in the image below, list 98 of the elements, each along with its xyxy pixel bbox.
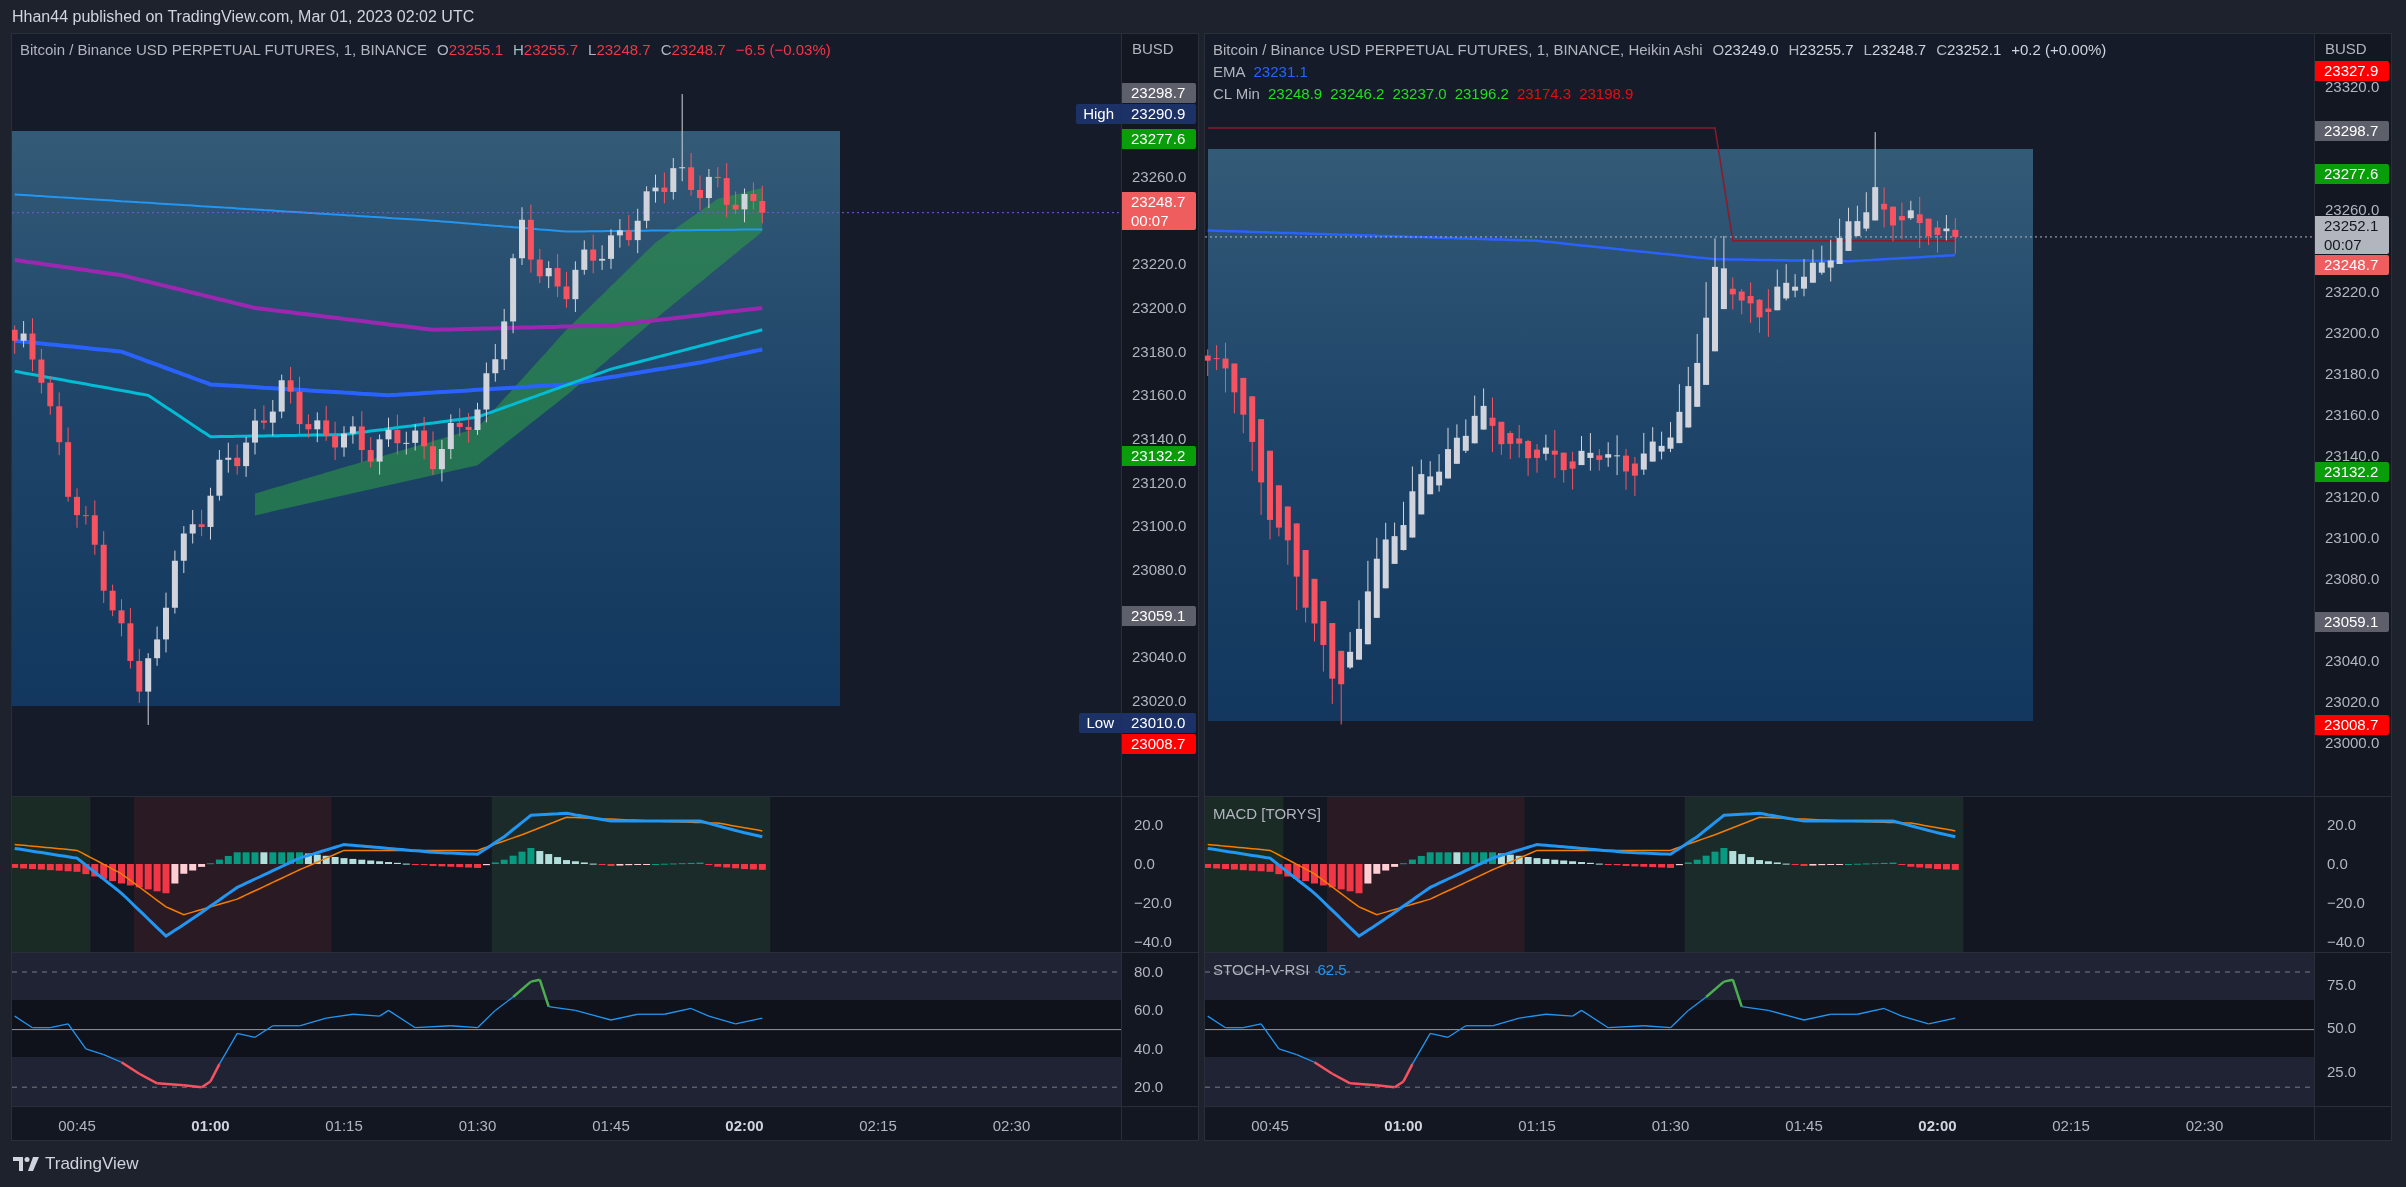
price-tick: 23040.0 bbox=[1132, 647, 1187, 668]
price-tick: 23180.0 bbox=[1132, 341, 1187, 362]
price-marker: 23252.1 00:07 bbox=[2315, 216, 2389, 255]
symbol-title: Bitcoin / Binance USD PERPETUAL FUTURES, 1, BINANCE bbox=[20, 40, 428, 60]
price-marker: 23132.2 bbox=[2315, 462, 2389, 482]
time-label: 01:00 bbox=[1384, 1116, 1423, 1136]
time-label: 01:00 bbox=[191, 1116, 230, 1136]
price-tag: High bbox=[1076, 103, 1121, 124]
currency-label: BUSD bbox=[1132, 39, 1174, 59]
brand-name: TradingView bbox=[45, 1153, 139, 1176]
axis-label: 25.0 bbox=[2327, 1061, 2357, 1082]
axis-label: 20.0 bbox=[1134, 815, 1164, 835]
axis-label: 0.0 bbox=[1134, 854, 1155, 874]
time-label: 02:15 bbox=[2052, 1116, 2090, 1136]
axis-label: −20.0 bbox=[2327, 893, 2365, 913]
indicator-label: CL Min bbox=[1213, 84, 1260, 104]
indicator-value: 23174.3 bbox=[1516, 84, 1572, 104]
price-tick: 23120.0 bbox=[2325, 487, 2380, 507]
axis-label: 0.0 bbox=[2327, 854, 2348, 874]
time-label: 02:30 bbox=[992, 1116, 1031, 1136]
price-marker: 23248.7 bbox=[2315, 255, 2389, 276]
price-tick: 23160.0 bbox=[1132, 385, 1187, 406]
price-tick: 23020.0 bbox=[2325, 692, 2380, 712]
price-tick: 23180.0 bbox=[2325, 364, 2380, 384]
time-label: 01:30 bbox=[1651, 1116, 1690, 1136]
price-marker: 23008.7 bbox=[2315, 715, 2389, 736]
ohlc-value: L23248.7 bbox=[588, 40, 651, 60]
price-tick: 23100.0 bbox=[2325, 528, 2380, 548]
price-marker: 23290.9 bbox=[1122, 103, 1196, 124]
price-change: −6.5 (−0.03%) bbox=[735, 40, 831, 60]
ohlc-value: C23252.1 bbox=[1936, 40, 2002, 60]
indicator-value: 23248.9 bbox=[1267, 84, 1323, 104]
price-tick: 23020.0 bbox=[1132, 690, 1187, 711]
time-label: 02:00 bbox=[725, 1116, 764, 1136]
currency-label: BUSD bbox=[2325, 39, 2367, 59]
price-marker: 23132.2 bbox=[1122, 446, 1196, 466]
price-tick: 23220.0 bbox=[1132, 254, 1187, 275]
price-tick: 23120.0 bbox=[1132, 472, 1187, 493]
indicator-value: 23237.0 bbox=[1392, 84, 1447, 104]
indicator-value: 62.5 bbox=[1317, 960, 1347, 980]
axis-label: 20.0 bbox=[1134, 1077, 1164, 1098]
price-tick: 23260.0 bbox=[1132, 167, 1187, 187]
price-tick: 23220.0 bbox=[2325, 282, 2380, 302]
indicator-value: 23196.2 bbox=[1454, 84, 1509, 104]
axis-label: 60.0 bbox=[1134, 1000, 1164, 1021]
price-tick: 23160.0 bbox=[2325, 405, 2380, 425]
time-label: 00:45 bbox=[58, 1116, 96, 1136]
publish-info: Hhan44 published on TradingView.com, Mar 01, 2023 02:02 UTC bbox=[12, 6, 475, 27]
axis-label: −40.0 bbox=[1134, 932, 1172, 952]
time-label: 01:30 bbox=[458, 1116, 497, 1136]
time-label: 01:15 bbox=[325, 1116, 363, 1136]
price-tick: 23000.0 bbox=[2325, 733, 2380, 753]
indicator-label: EMA bbox=[1213, 62, 1246, 82]
indicator-value: 23198.9 bbox=[1579, 84, 1634, 104]
price-tick: 23080.0 bbox=[2325, 569, 2380, 589]
price-tick: 23040.0 bbox=[2325, 651, 2380, 671]
price-marker: 23298.7 bbox=[2315, 120, 2389, 141]
axis-label: −40.0 bbox=[2327, 932, 2365, 952]
axis-label: −20.0 bbox=[1134, 893, 1172, 913]
time-label: 02:00 bbox=[1918, 1116, 1957, 1136]
price-tick: 23080.0 bbox=[1132, 559, 1187, 580]
price-marker: 23298.7 bbox=[1122, 82, 1196, 103]
price-marker: 23277.6 bbox=[2315, 163, 2389, 184]
price-tick: 23140.0 bbox=[1132, 428, 1187, 449]
price-change: +0.2 (+0.00%) bbox=[2011, 40, 2107, 60]
ohlc-value: H23255.7 bbox=[1788, 40, 1854, 60]
price-marker: 23059.1 bbox=[1122, 605, 1196, 626]
indicator-label: MACD [TORYS] bbox=[1213, 804, 1321, 824]
ohlc-value: C23248.7 bbox=[660, 40, 726, 60]
price-tag: Low bbox=[1079, 712, 1121, 733]
indicator-label: STOCH-V-RSI bbox=[1213, 960, 1310, 980]
indicator-value: 23231.1 bbox=[1253, 62, 1308, 82]
price-marker: 23059.1 bbox=[2315, 611, 2389, 632]
ohlc-value: L23248.7 bbox=[1863, 40, 1927, 60]
ohlc-value: O23255.1 bbox=[437, 40, 503, 60]
time-label: 01:15 bbox=[1518, 1116, 1556, 1136]
axis-label: 50.0 bbox=[2327, 1018, 2357, 1038]
axis-label: 75.0 bbox=[2327, 974, 2357, 995]
price-tick: 23200.0 bbox=[2325, 323, 2380, 343]
price-marker: 23008.7 bbox=[1122, 733, 1196, 754]
time-label: 00:45 bbox=[1251, 1116, 1289, 1136]
axis-label: 40.0 bbox=[1134, 1038, 1164, 1059]
time-label: 01:45 bbox=[592, 1116, 630, 1136]
price-marker: 23277.6 bbox=[1122, 128, 1196, 149]
price-tick: 23100.0 bbox=[1132, 516, 1187, 537]
axis-label: 80.0 bbox=[1134, 962, 1164, 982]
time-label: 01:45 bbox=[1785, 1116, 1823, 1136]
indicator-value: 23246.2 bbox=[1330, 84, 1385, 104]
price-marker: 23327.9 bbox=[2315, 60, 2389, 81]
price-marker: 23010.0 bbox=[1122, 712, 1196, 733]
price-marker: 23248.7 00:07 bbox=[1122, 191, 1196, 230]
ohlc-value: O23249.0 bbox=[1712, 40, 1779, 60]
time-label: 02:30 bbox=[2185, 1116, 2224, 1136]
symbol-title: Bitcoin / Binance USD PERPETUAL FUTURES, 1, BINANCE, Heikin Ashi bbox=[1213, 40, 1703, 60]
price-tick: 23200.0 bbox=[1132, 297, 1187, 318]
ohlc-value: H23255.7 bbox=[513, 40, 579, 60]
time-label: 02:15 bbox=[859, 1116, 897, 1136]
axis-label: 20.0 bbox=[2327, 815, 2357, 835]
